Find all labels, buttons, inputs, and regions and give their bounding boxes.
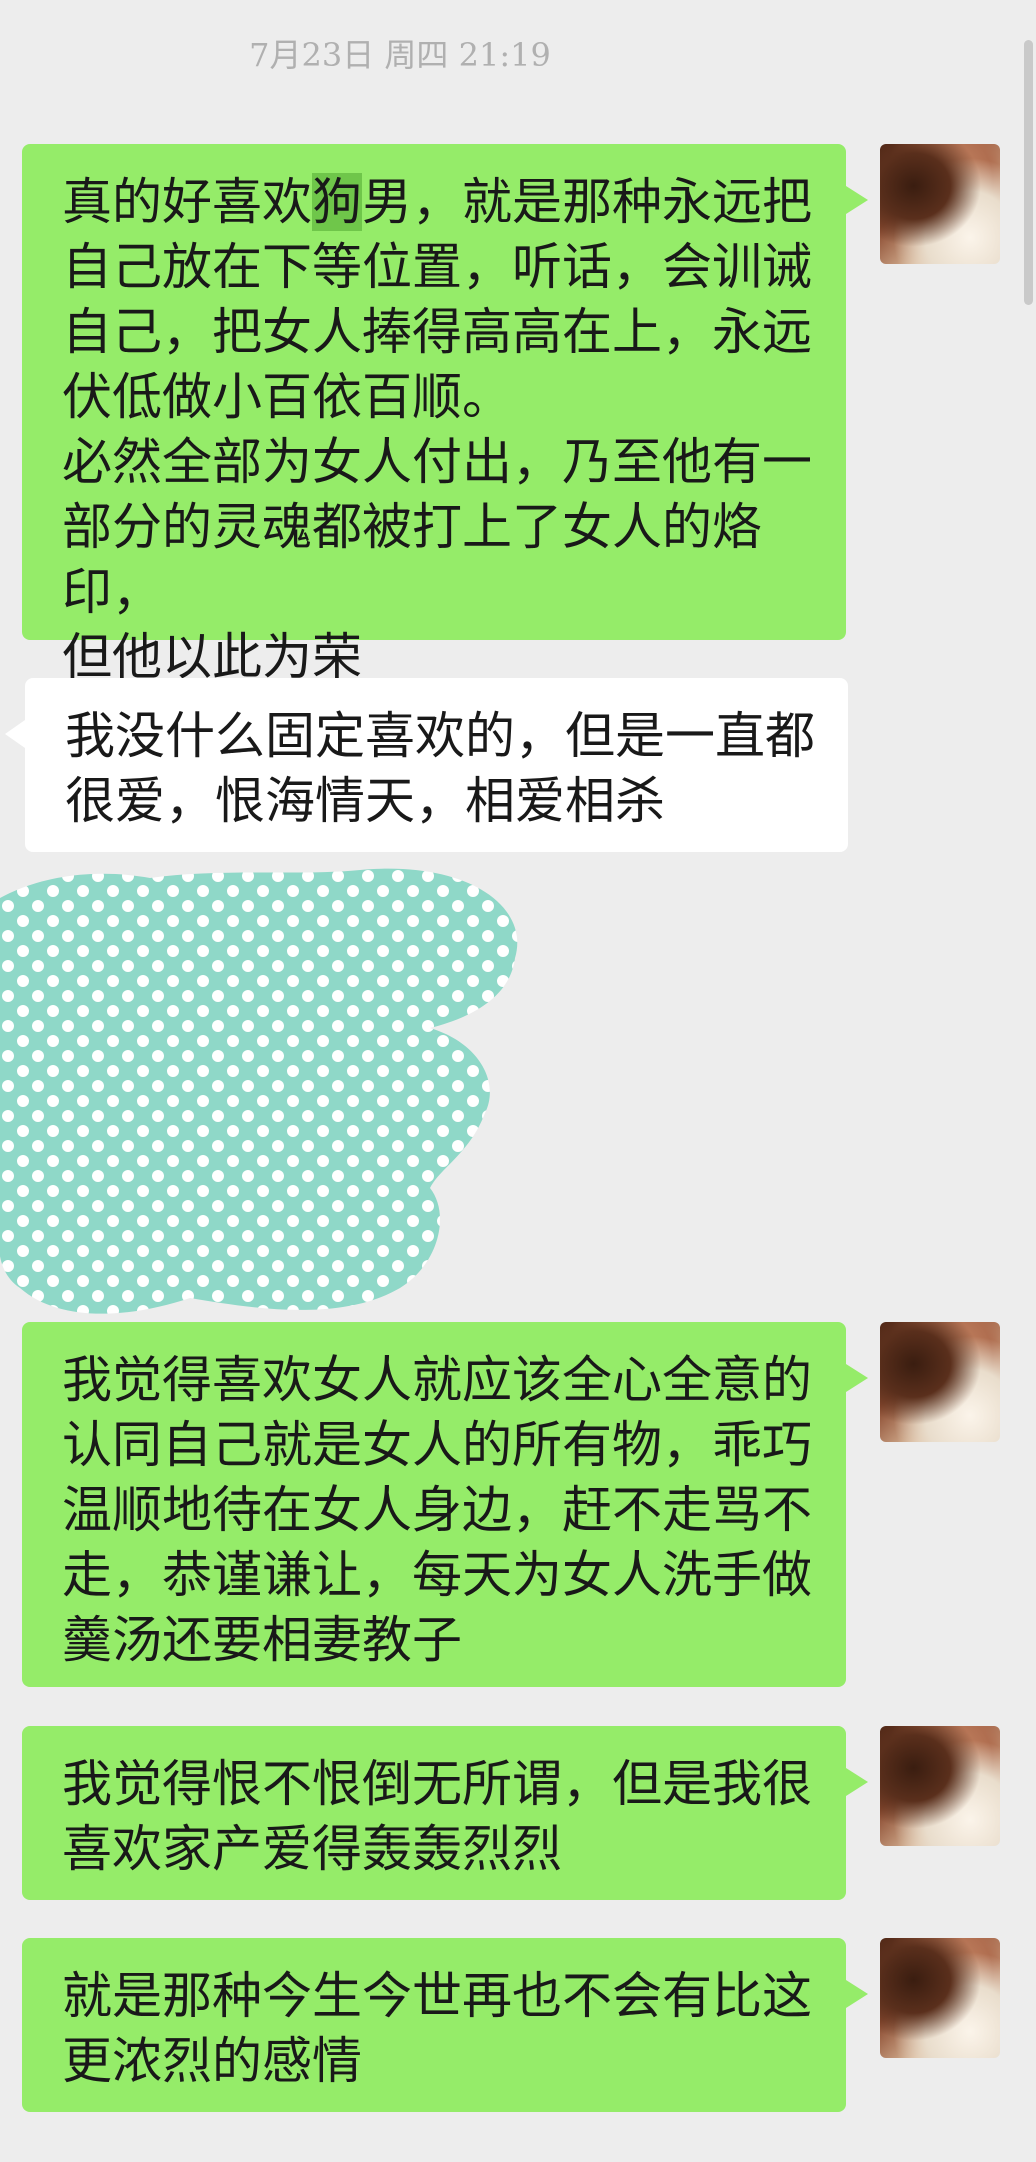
message-text: 我觉得喜欢女人就应该全心全意的 认同自己就是女人的所有物，乖巧 温顺地待在女人身… — [62, 1351, 812, 1669]
message-text: 真的好喜欢 — [62, 173, 312, 231]
message-bubble-sent[interactable]: 我觉得恨不恨倒无所谓，但是我很 喜欢家产爱得轰轰烈烈 — [22, 1726, 868, 1900]
redaction-sticker — [0, 868, 518, 1314]
polka-dot-redaction-icon — [0, 868, 518, 1314]
message-text-highlight: 狗 — [312, 173, 362, 231]
message-bubble-sent[interactable]: 我觉得喜欢女人就应该全心全意的 认同自己就是女人的所有物，乖巧 温顺地待在女人身… — [22, 1322, 868, 1687]
user-avatar[interactable] — [880, 1938, 1000, 2058]
message-text: 就是那种今生今世再也不会有比这 更浓烈的感情 — [62, 1967, 812, 2090]
scrollbar[interactable] — [1024, 40, 1033, 305]
user-avatar[interactable] — [880, 144, 1000, 264]
message-text: 我觉得恨不恨倒无所谓，但是我很 喜欢家产爱得轰轰烈烈 — [62, 1755, 812, 1878]
message-text: 我没什么固定喜欢的，但是一直都 很爱，恨海情天，相爱相杀 — [65, 707, 815, 830]
message-bubble-sent[interactable]: 就是那种今生今世再也不会有比这 更浓烈的感情 — [22, 1938, 868, 2112]
chat-timestamp: 7月23日 周四 21:19 — [249, 36, 551, 74]
message-bubble-sent[interactable]: 真的好喜欢狗男，就是那种永远把 自己放在下等位置，听话，会训诫 自己，把女人捧得… — [22, 144, 868, 686]
message-text: 男，就是那种永远把 自己放在下等位置，听话，会训诫 自己，把女人捧得高高在上，永… — [62, 173, 812, 686]
message-bubble-received[interactable]: 我没什么固定喜欢的，但是一直都 很爱，恨海情天，相爱相杀 — [5, 678, 848, 852]
user-avatar[interactable] — [880, 1726, 1000, 1846]
user-avatar[interactable] — [880, 1322, 1000, 1442]
